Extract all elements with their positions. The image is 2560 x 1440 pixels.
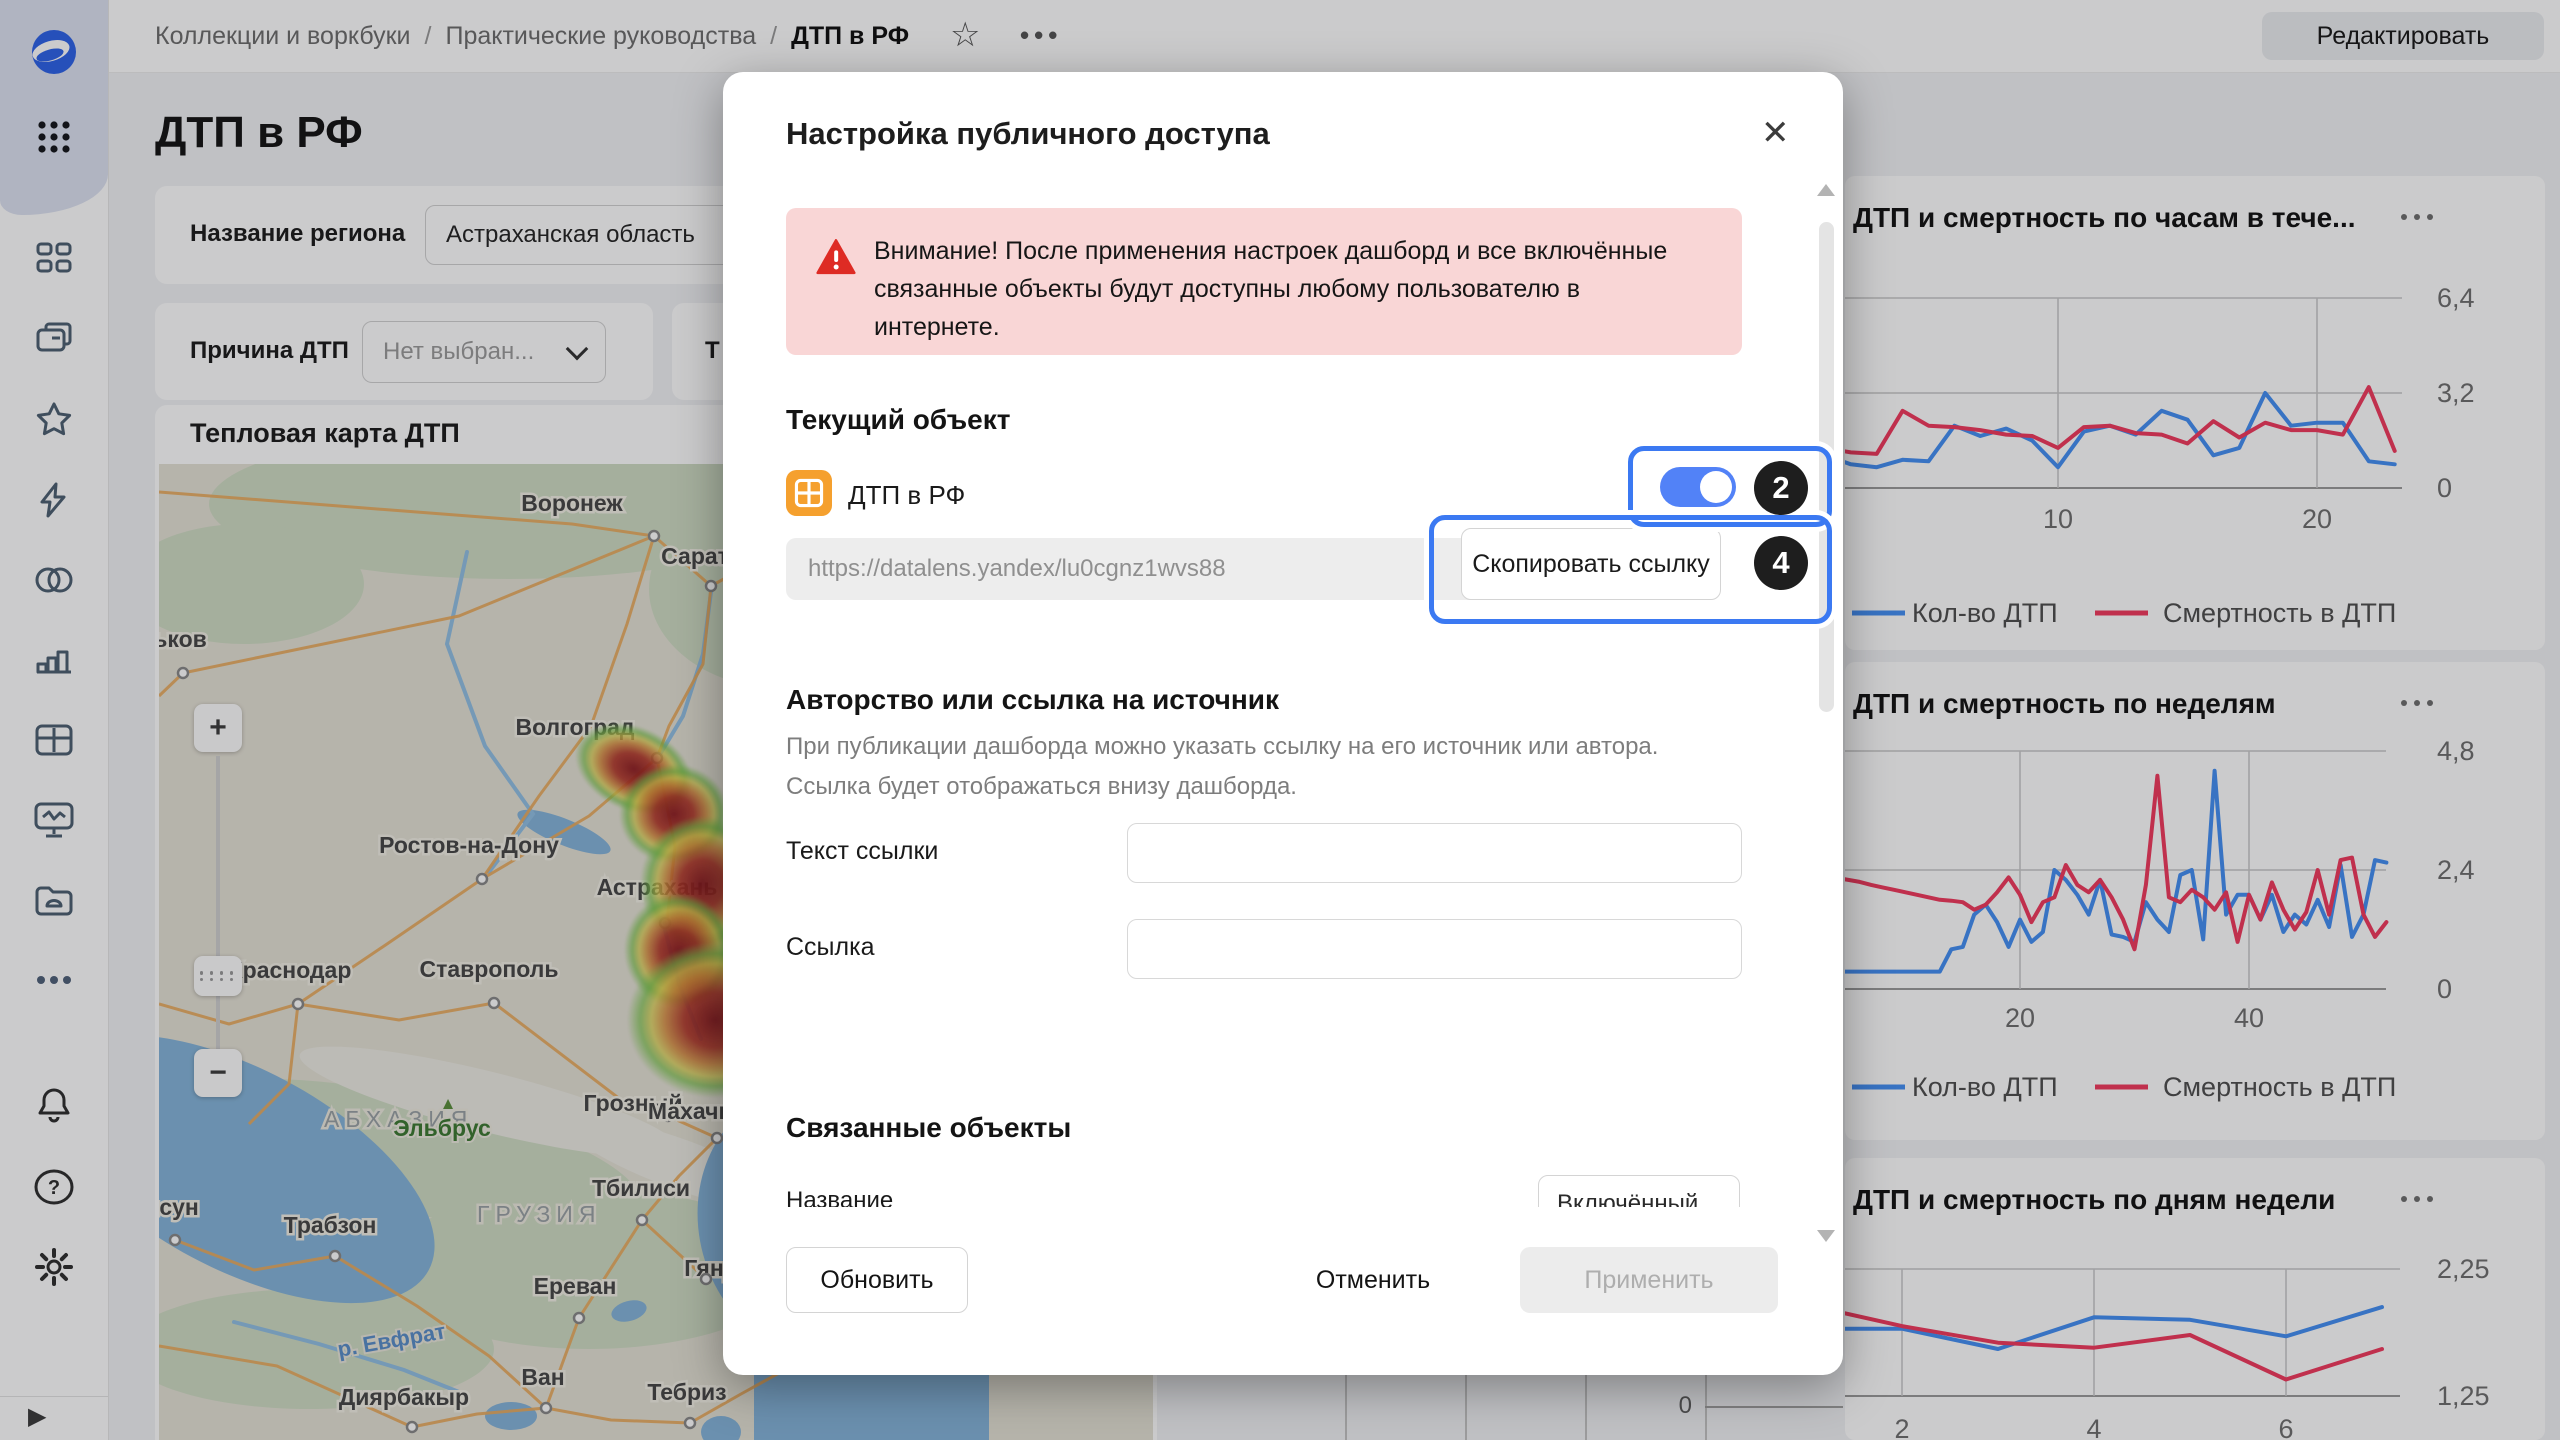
annotation-badge-2: 2: [1754, 461, 1808, 515]
related-objects-heading: Связанные объекты: [786, 1112, 1071, 1144]
dashboard-object-icon: [786, 470, 832, 516]
update-button[interactable]: Обновить: [786, 1247, 968, 1313]
annotation-badge-4: 4: [1754, 536, 1808, 590]
public-access-modal: Настройка публичного доступа ✕ Внимание!…: [723, 72, 1843, 1375]
link-text-label: Текст ссылки: [786, 837, 938, 866]
public-url-field[interactable]: https://datalens.yandex/lu0cgnz1wvs88: [786, 538, 1540, 600]
link-text-input[interactable]: [1127, 823, 1742, 883]
scroll-down-icon[interactable]: [1817, 1230, 1835, 1242]
modal-title: Настройка публичного доступа: [786, 116, 1270, 152]
public-url-value: https://datalens.yandex/lu0cgnz1wvs88: [808, 555, 1226, 583]
current-object-heading: Текущий объект: [786, 404, 1010, 436]
link-label: Ссылка: [786, 933, 875, 962]
datalens-app: Коллекции и воркбуки/Практические руково…: [0, 0, 2560, 1440]
related-filter-select[interactable]: Включённый: [1538, 1175, 1740, 1207]
warning-banner: Внимание! После применения настроек дашб…: [786, 208, 1742, 355]
authorship-heading: Авторство или ссылка на источник: [786, 684, 1279, 716]
close-icon[interactable]: ✕: [1761, 116, 1790, 150]
link-input[interactable]: [1127, 919, 1742, 979]
related-row-label: Название: [786, 1187, 893, 1207]
scroll-up-icon[interactable]: [1817, 184, 1835, 196]
apply-button-disabled[interactable]: Применить: [1520, 1247, 1778, 1313]
cancel-button[interactable]: Отменить: [1283, 1247, 1463, 1313]
warning-text: Внимание! После применения настроек дашб…: [874, 232, 1704, 346]
authorship-description: При публикации дашборда можно указать сс…: [786, 727, 1686, 807]
warning-icon: [816, 238, 856, 276]
related-objects-clipped-row: Название Включённый: [786, 1157, 1776, 1207]
object-name: ДТП в РФ: [848, 480, 965, 511]
